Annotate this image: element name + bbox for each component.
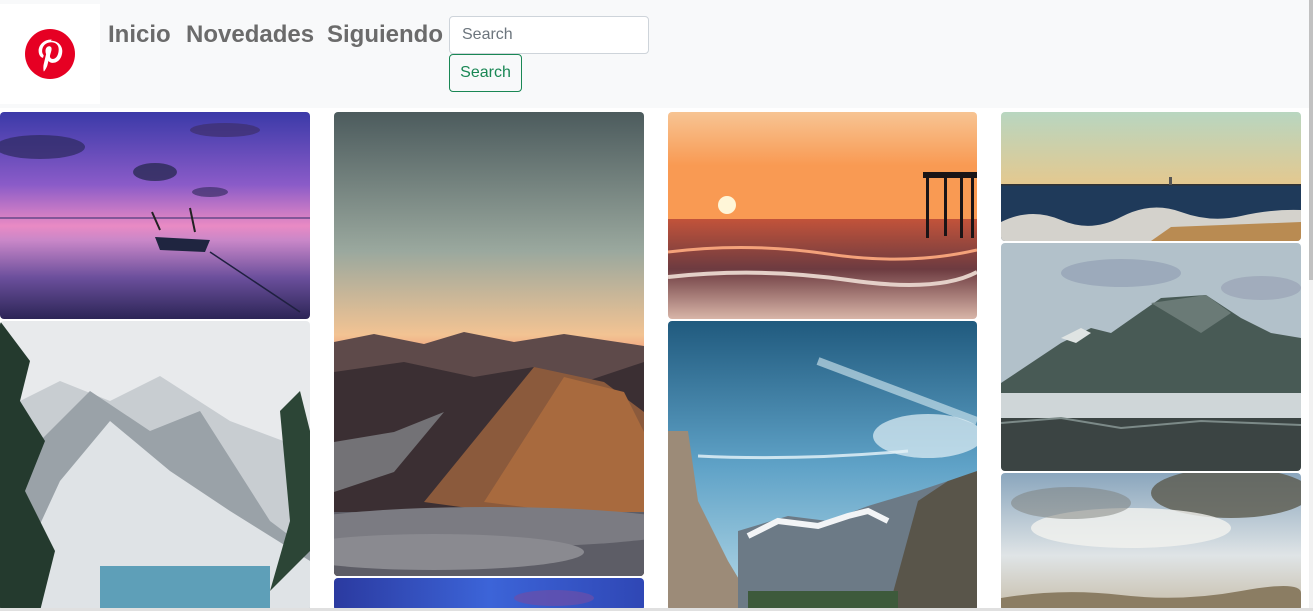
misty-mountain-lake-image (1001, 243, 1301, 471)
brand-logo-link[interactable] (0, 4, 100, 104)
nav-link-siguiendo[interactable]: Siguiendo (327, 20, 443, 50)
top-navbar: Inicio Novedades Siguiendo Search (0, 0, 1313, 108)
pin-blue-dusk-cropped[interactable] (334, 578, 644, 611)
pin-snowy-mountain-lake[interactable] (0, 321, 310, 611)
pin-lighthouse-rocky-shore[interactable] (1001, 112, 1301, 241)
lighthouse-rocky-shore-image (1001, 112, 1301, 241)
pin-beach-sunset-pier[interactable] (668, 112, 977, 319)
nav-link-inicio[interactable]: Inicio (108, 20, 171, 50)
search-input[interactable] (449, 16, 649, 54)
pin-yosemite-valley[interactable] (668, 321, 977, 611)
pinterest-logo-icon (25, 29, 75, 79)
search-button[interactable]: Search (449, 54, 522, 92)
sunset-boat-lake-image (0, 112, 310, 319)
pin-cloudy-sky-hills[interactable] (1001, 473, 1301, 611)
snowy-mountain-lake-image (0, 321, 310, 611)
pin-sunset-boat-lake[interactable] (0, 112, 310, 319)
mountain-sea-of-clouds-image (334, 112, 644, 576)
nav-link-novedades[interactable]: Novedades (186, 20, 314, 50)
cloudy-sky-hills-image (1001, 473, 1301, 611)
scrollbar-thumb[interactable] (1309, 0, 1313, 280)
yosemite-valley-image (668, 321, 977, 611)
beach-sunset-pier-image (668, 112, 977, 319)
vertical-scrollbar[interactable] (1309, 0, 1313, 611)
blue-dusk-image (334, 578, 644, 611)
pin-misty-mountain-lake[interactable] (1001, 243, 1301, 471)
pin-mountain-sea-of-clouds[interactable] (334, 112, 644, 576)
